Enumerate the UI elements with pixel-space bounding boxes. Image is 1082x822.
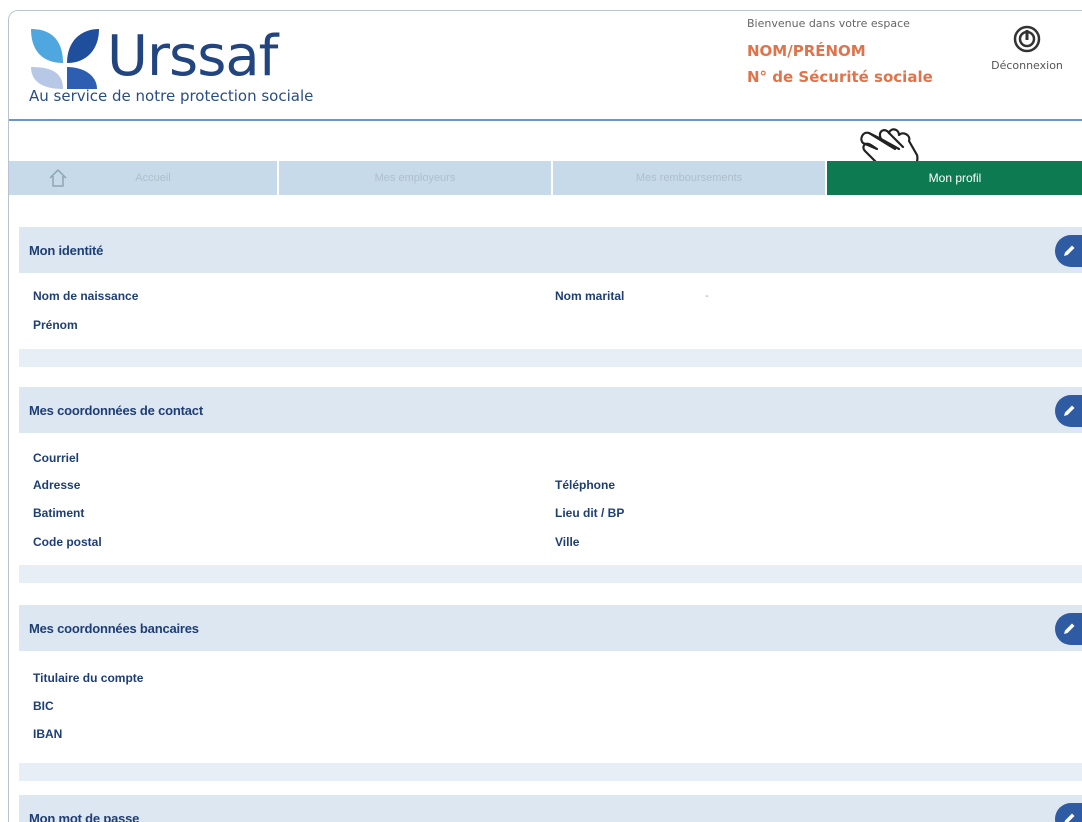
section-body: Titulaire du compte BIC IBAN xyxy=(19,651,1082,763)
section-title: Mon identité xyxy=(29,243,103,258)
section-body: Nom de naissance Nom marital - Prénom xyxy=(19,273,1082,349)
section-header: Mes coordonnées de contact xyxy=(19,387,1082,433)
site-header: Urssaf Au service de notre protection so… xyxy=(9,11,1082,121)
section-body: Courriel Adresse Téléphone Batiment Lieu… xyxy=(19,433,1082,565)
field-first-name: Prénom xyxy=(33,318,78,332)
tab-home-label: Accueil xyxy=(135,172,170,184)
logout-label: Déconnexion xyxy=(985,59,1069,72)
bank-section: Mes coordonnées bancaires Titulaire du c… xyxy=(19,605,1082,781)
field-birth-name: Nom de naissance xyxy=(33,289,138,303)
section-title: Mes coordonnées bancaires xyxy=(29,621,199,636)
section-title: Mes coordonnées de contact xyxy=(29,403,203,418)
welcome-text: Bienvenue dans votre espace xyxy=(747,17,910,30)
field-account-holder: Titulaire du compte xyxy=(33,671,143,685)
home-icon xyxy=(47,167,69,189)
urssaf-logo[interactable]: Urssaf Au service de notre protection so… xyxy=(27,23,357,109)
app-frame: Urssaf Au service de notre protection so… xyxy=(8,10,1082,822)
power-icon xyxy=(1013,25,1041,53)
field-building: Batiment xyxy=(33,506,84,520)
field-phone: Téléphone xyxy=(555,478,615,492)
field-locality: Lieu dit / BP xyxy=(555,506,624,520)
edit-bank-button[interactable] xyxy=(1055,613,1082,645)
field-address: Adresse xyxy=(33,478,80,492)
tab-profile-label: Mon profil xyxy=(929,171,982,185)
section-header: Mon identité xyxy=(19,227,1082,273)
tab-employers-label: Mes employeurs xyxy=(375,172,456,184)
pencil-icon xyxy=(1061,621,1077,637)
section-footer xyxy=(19,565,1082,583)
pencil-icon xyxy=(1061,243,1077,259)
edit-identity-button[interactable] xyxy=(1055,235,1082,267)
password-section: Mon mot de passe xyxy=(19,795,1082,822)
pencil-icon xyxy=(1061,403,1077,419)
section-footer xyxy=(19,763,1082,781)
field-postal-code: Code postal xyxy=(33,535,102,549)
logo-mark-icon xyxy=(27,27,101,91)
main-tabs: Accueil Mes employeurs Mes remboursement… xyxy=(9,161,1082,195)
brand-name: Urssaf xyxy=(107,21,277,93)
section-footer xyxy=(19,349,1082,367)
pencil-icon xyxy=(1061,811,1077,822)
profile-content: Mon identité Nom de naissance Nom marita… xyxy=(9,195,1082,822)
field-email: Courriel xyxy=(33,451,79,465)
tab-home[interactable]: Accueil xyxy=(9,161,279,195)
identity-section: Mon identité Nom de naissance Nom marita… xyxy=(19,227,1082,367)
logout-button[interactable]: Déconnexion xyxy=(985,25,1069,85)
section-title: Mon mot de passe xyxy=(29,811,139,822)
brand-tagline: Au service de notre protection sociale xyxy=(29,87,313,105)
tab-reimbursements-label: Mes remboursements xyxy=(636,172,742,184)
edit-password-button[interactable] xyxy=(1055,803,1082,822)
field-iban: IBAN xyxy=(33,727,62,741)
tab-reimbursements[interactable]: Mes remboursements xyxy=(553,161,827,195)
field-marital-name: Nom marital xyxy=(555,289,624,303)
section-header: Mon mot de passe xyxy=(19,795,1082,822)
user-name: NOM/PRÉNOM xyxy=(747,42,866,60)
tab-profile[interactable]: Mon profil xyxy=(827,161,1082,195)
value-marital-name: - xyxy=(705,290,709,302)
contact-section: Mes coordonnées de contact Courriel Adre… xyxy=(19,387,1082,583)
user-ssn: N° de Sécurité sociale xyxy=(747,68,933,86)
section-header: Mes coordonnées bancaires xyxy=(19,605,1082,651)
tab-employers[interactable]: Mes employeurs xyxy=(279,161,553,195)
edit-contact-button[interactable] xyxy=(1055,395,1082,427)
field-city: Ville xyxy=(555,535,579,549)
field-bic: BIC xyxy=(33,699,54,713)
